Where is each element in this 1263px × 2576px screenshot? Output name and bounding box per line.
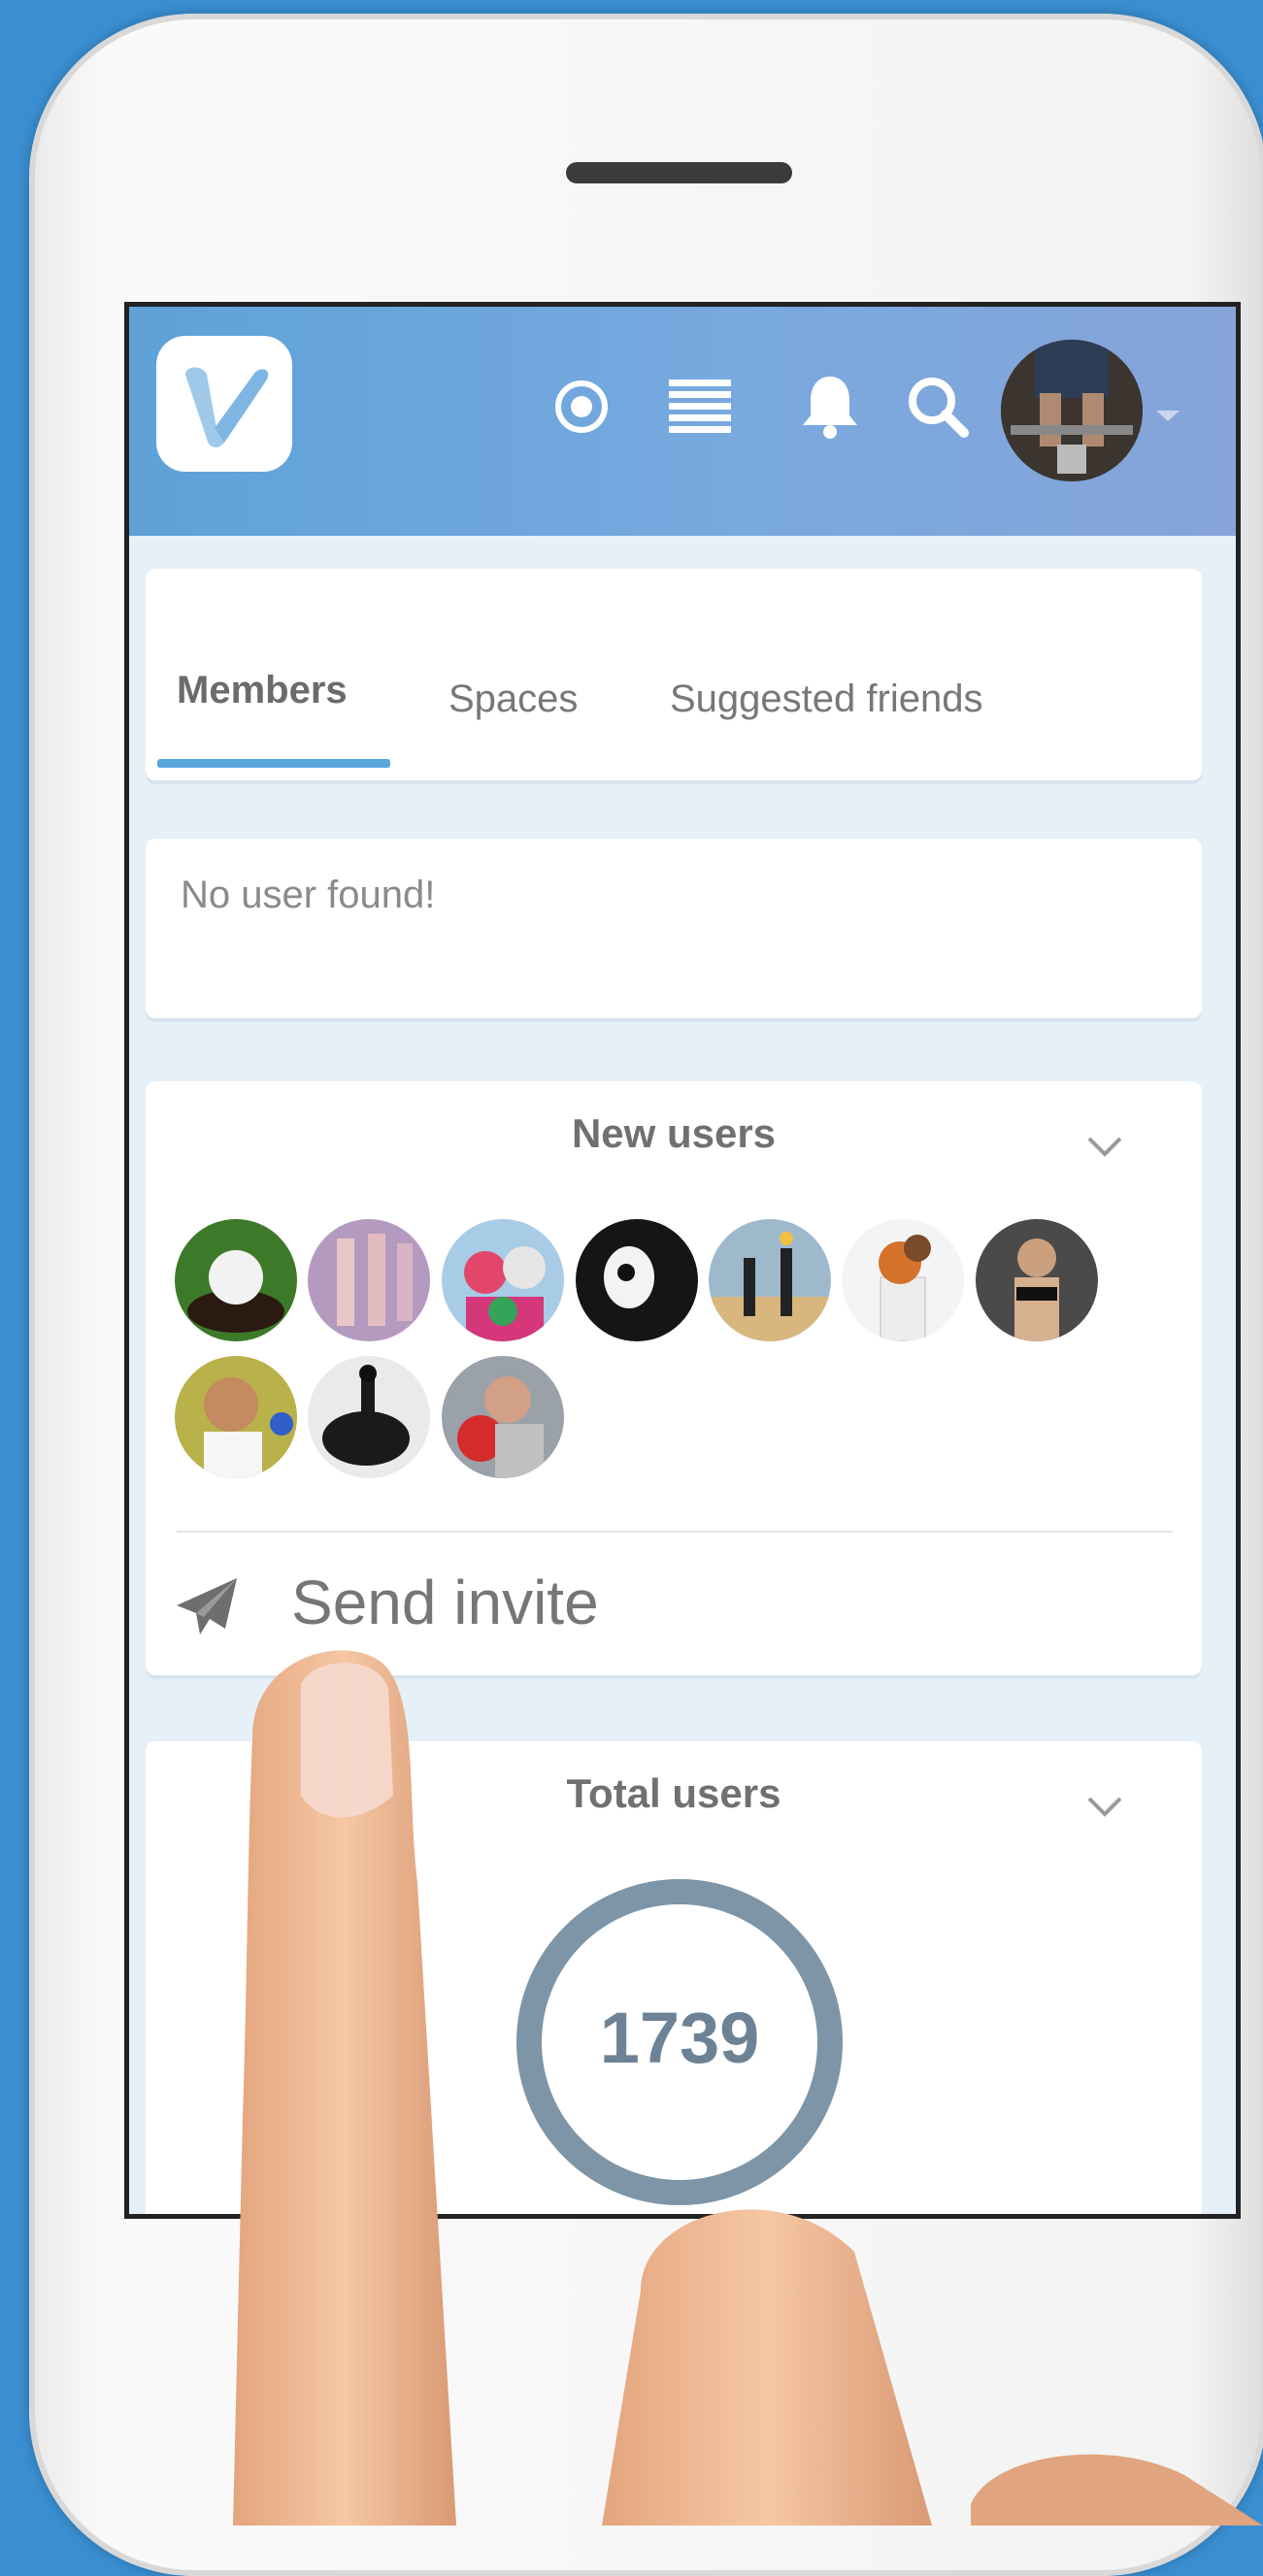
search-icon[interactable] bbox=[906, 375, 970, 439]
activity-icon[interactable] bbox=[552, 378, 611, 436]
new-users-card: New users Send invite bbox=[146, 1081, 1202, 1675]
bell-icon[interactable] bbox=[799, 373, 861, 441]
new-users-title: New users bbox=[571, 1110, 777, 1156]
paper-plane-icon[interactable] bbox=[175, 1576, 239, 1636]
tab-members[interactable]: Members bbox=[177, 669, 348, 712]
phone-speaker bbox=[566, 162, 792, 183]
new-user-avatar[interactable] bbox=[709, 1219, 831, 1341]
new-user-avatar[interactable] bbox=[175, 1219, 297, 1341]
menu-list-icon[interactable] bbox=[669, 380, 731, 434]
new-user-avatar[interactable] bbox=[442, 1219, 564, 1341]
new-user-avatar[interactable] bbox=[308, 1356, 430, 1478]
send-invite-button[interactable]: Send invite bbox=[291, 1567, 599, 1638]
tab-spaces[interactable]: Spaces bbox=[449, 677, 578, 721]
search-result-card: No user found! bbox=[146, 839, 1202, 1018]
top-app-bar bbox=[129, 307, 1236, 536]
tabs-card: Members Spaces Suggested friends bbox=[146, 569, 1202, 780]
logo-icon bbox=[185, 367, 269, 447]
new-user-avatar[interactable] bbox=[576, 1219, 698, 1341]
chevron-down-icon[interactable] bbox=[1156, 411, 1180, 421]
tab-suggested-friends[interactable]: Suggested friends bbox=[670, 677, 982, 721]
empty-state-message: No user found! bbox=[181, 874, 436, 916]
pointing-finger-image bbox=[233, 1650, 1263, 2526]
section-divider bbox=[177, 1531, 1173, 1533]
new-user-avatar[interactable] bbox=[308, 1219, 430, 1341]
avatar-photo bbox=[1001, 340, 1143, 481]
active-tab-indicator bbox=[157, 759, 390, 768]
new-user-avatar[interactable] bbox=[842, 1219, 964, 1341]
user-avatar[interactable] bbox=[1001, 340, 1143, 481]
new-user-avatar[interactable] bbox=[442, 1356, 564, 1478]
new-user-avatar[interactable] bbox=[976, 1219, 1098, 1341]
app-logo[interactable] bbox=[156, 336, 292, 472]
chevron-down-icon[interactable] bbox=[1085, 1135, 1124, 1158]
new-user-avatar[interactable] bbox=[175, 1356, 297, 1478]
